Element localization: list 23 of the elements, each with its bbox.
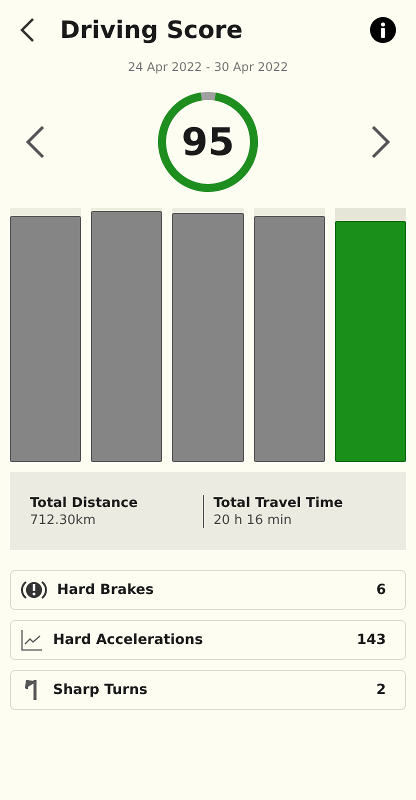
turn-arrow-icon: [25, 679, 39, 701]
info-icon[interactable]: [370, 17, 396, 43]
event-count: 2: [376, 682, 386, 698]
summary-label: Total Distance: [30, 494, 139, 510]
summary-label: Total Travel Time: [214, 494, 344, 510]
event-count: 143: [356, 632, 386, 648]
date-range: 24 Apr 2022 - 30 Apr 2022: [126, 60, 290, 74]
back-icon[interactable]: [18, 17, 36, 43]
brake-warning-icon: [21, 579, 47, 601]
event-row[interactable]: Hard Accelerations 143: [10, 620, 406, 660]
event-row[interactable]: Hard Brakes 6: [10, 570, 406, 610]
trend-chart-icon: [21, 629, 43, 651]
page-title: Driving Score: [60, 16, 244, 44]
score-value: 95: [182, 120, 234, 164]
summary-value: 20 h 16 min: [214, 512, 293, 528]
previous-icon[interactable]: [24, 125, 46, 159]
summary-value: 712.30km: [30, 512, 97, 528]
event-count: 6: [376, 582, 386, 598]
event-label: Hard Brakes: [57, 582, 155, 598]
event-row[interactable]: Sharp Turns 2: [10, 670, 406, 710]
event-label: Hard Accelerations: [53, 632, 204, 648]
next-icon[interactable]: [370, 125, 392, 159]
event-label: Sharp Turns: [53, 682, 148, 698]
